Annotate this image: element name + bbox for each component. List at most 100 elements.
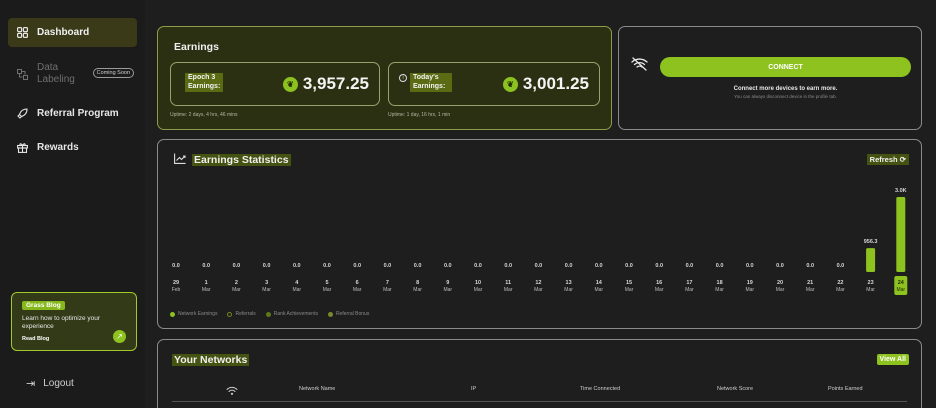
your-networks-card: Your Networks View All Network Name IP T…	[157, 339, 922, 408]
data-label: 0.0	[263, 263, 271, 269]
data-label: 0.0	[504, 263, 512, 269]
data-label: 0.0	[202, 263, 210, 269]
x-tick-day: 10	[475, 280, 481, 286]
x-tick-month: Mar	[232, 287, 241, 293]
x-tick-month: Mar	[715, 287, 724, 293]
data-label: 0.0	[474, 263, 482, 269]
data-label: 0.0	[746, 263, 754, 269]
data-label: 0.0	[535, 263, 543, 269]
x-tick-day: 22	[837, 280, 843, 286]
sidebar-item-referral-program[interactable]: Referral Program	[8, 99, 137, 128]
x-tick-month: Mar	[353, 287, 362, 293]
x-tick-month: Mar	[564, 287, 573, 293]
wifi-off-icon	[631, 57, 648, 74]
x-tick-day: 14	[596, 280, 603, 286]
sidebar-item-label: Referral Program	[37, 108, 119, 119]
legend-dot	[170, 311, 175, 317]
logout-label: Logout	[43, 378, 74, 389]
x-tick-month: Mar	[413, 287, 422, 293]
data-label: 0.0	[776, 263, 784, 269]
read-blog-link[interactable]: Read Blog	[22, 336, 49, 342]
dashboard-grid-icon	[16, 27, 28, 39]
sidebar-item-data-labeling: Data Labeling Coming Soon	[8, 56, 137, 92]
coming-soon-badge: Coming Soon	[92, 68, 134, 78]
x-tick-month: Mar	[292, 287, 301, 293]
earnings-title: Earnings	[174, 41, 219, 53]
x-tick-day: 13	[566, 280, 572, 286]
connect-button[interactable]: CONNECT	[660, 57, 911, 77]
arrow-up-right-icon[interactable]: ↗	[113, 330, 126, 343]
data-label: 0.0	[414, 263, 422, 269]
x-tick-day: 19	[747, 280, 753, 286]
legend-item[interactable]: Network Earnings	[170, 311, 217, 317]
x-tick-month: Mar	[443, 287, 452, 293]
connect-subtext: You can always disconnect device in the …	[734, 94, 837, 99]
column-network-name[interactable]: Network Name	[299, 386, 335, 392]
blog-description: Learn how to optimize your experience	[22, 315, 101, 330]
x-tick-month: Mar	[866, 287, 875, 293]
data-label: 0.0	[565, 263, 573, 269]
data-label: 0.0	[716, 263, 724, 269]
sidebar-item-dashboard[interactable]: Dashboard	[8, 18, 137, 47]
info-icon[interactable]: i	[399, 74, 407, 82]
data-label: 0.0	[655, 263, 663, 269]
legend-label: Referral Bonus	[335, 311, 370, 317]
grass-blog-card[interactable]: Grass Blog Learn how to optimize your ex…	[11, 292, 137, 351]
column-time-connected[interactable]: Time Connected	[580, 386, 620, 392]
column-ip[interactable]: IP	[471, 386, 476, 392]
data-label: 0.0	[323, 263, 331, 269]
x-tick-month: Mar	[806, 287, 815, 293]
today-earnings-box: i Today's Earnings: ❦ 3,001.25	[388, 62, 600, 106]
x-tick-month: Mar	[474, 287, 483, 293]
networks-title: Your Networks	[172, 354, 250, 366]
legend-item[interactable]: Referrals	[227, 311, 256, 317]
x-tick-month: Mar	[655, 287, 664, 293]
view-all-button[interactable]: View All	[876, 354, 909, 365]
legend-dot	[265, 311, 271, 317]
x-tick-day: 11	[505, 280, 511, 286]
x-tick-day: 6	[356, 280, 359, 286]
chart-bar	[866, 248, 876, 272]
logout-button[interactable]: ⇥ Logout	[26, 377, 74, 390]
data-label: 0.0	[625, 263, 633, 269]
x-tick-month: Mar	[836, 287, 845, 293]
data-label: 0.0	[837, 263, 845, 269]
x-tick-month: Mar	[383, 287, 392, 293]
x-tick-day: 16	[656, 280, 662, 286]
x-tick-day: 24	[898, 280, 905, 286]
rocket-icon	[16, 108, 28, 120]
sidebar: Dashboard Data Labeling Coming Soon Refe…	[0, 0, 145, 408]
earnings-chart: 0.029Feb0.01Mar0.02Mar0.03Mar0.04Mar0.05…	[172, 188, 908, 295]
legend-label: Rank Achievements	[273, 311, 318, 317]
today-uptime: Uptime: 1 day, 16 hrs, 1 min	[388, 112, 451, 118]
sidebar-item-rewards[interactable]: Rewards	[8, 133, 137, 162]
x-tick-day: 20	[777, 280, 783, 286]
x-tick-month: Mar	[202, 287, 211, 293]
x-tick-month: Mar	[625, 287, 634, 293]
x-tick-month: Mar	[262, 287, 271, 293]
data-label: 0.0	[384, 263, 392, 269]
sidebar-item-label: Rewards	[37, 142, 79, 153]
x-tick-month: Mar	[594, 287, 603, 293]
data-label: 956.3	[864, 239, 878, 245]
sidebar-item-label: Dashboard	[37, 27, 90, 38]
legend-item[interactable]: Referral Bonus	[327, 311, 370, 317]
column-points-earned[interactable]: Points Earned	[828, 386, 863, 392]
app: Dashboard Data Labeling Coming Soon Refe…	[0, 0, 936, 408]
x-tick-day: 3	[265, 280, 268, 286]
data-label: 0.0	[686, 263, 694, 269]
x-tick-day: 7	[386, 280, 389, 286]
x-tick-month: Mar	[745, 287, 754, 293]
x-tick-month: Mar	[685, 287, 694, 293]
today-earnings-value: ❦ 3,001.25	[502, 74, 589, 94]
data-label: 0.0	[806, 263, 814, 269]
legend-label: Network Earnings	[178, 311, 218, 317]
gift-icon	[16, 142, 28, 154]
x-tick-day: 15	[626, 280, 632, 286]
today-earnings-number: 3,001.25	[522, 74, 589, 93]
today-earnings-label: Today's Earnings:	[410, 73, 452, 92]
legend-item[interactable]: Rank Achievements	[265, 311, 318, 317]
legend-label: Referrals	[235, 311, 256, 317]
x-tick-day: 18	[717, 280, 723, 286]
column-network-score[interactable]: Network Score	[717, 386, 753, 392]
